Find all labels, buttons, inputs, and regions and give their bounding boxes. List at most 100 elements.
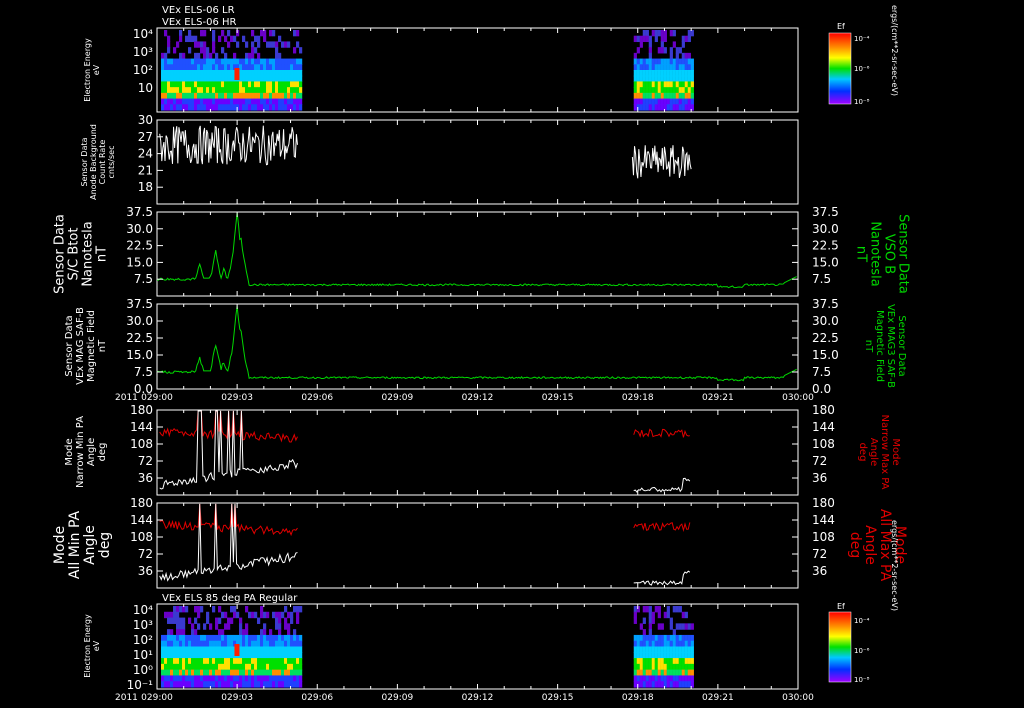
spectrogram-cell <box>164 92 168 100</box>
spectrogram-cell <box>287 623 291 630</box>
spectrogram-cell <box>251 81 255 88</box>
spectrogram-cell <box>690 634 694 642</box>
spectrogram-cell <box>233 35 237 43</box>
spectrogram-cell <box>164 634 168 642</box>
spectrogram-cell <box>666 81 670 88</box>
spectrogram-cell <box>654 634 658 642</box>
spectrogram-cell <box>212 634 216 642</box>
spectrogram-cell <box>221 663 225 671</box>
spectrogram-cell <box>299 75 303 83</box>
spectrogram-cell <box>197 58 201 65</box>
spectrogram-cell <box>654 663 658 671</box>
y-tick-label: 108 <box>130 437 153 451</box>
spectrogram-cell <box>648 35 652 43</box>
spectrogram-cell <box>263 623 267 630</box>
spectrogram-cell <box>266 104 270 111</box>
spectrogram-cell <box>182 634 186 642</box>
spectrogram-cell <box>275 52 279 60</box>
spectrogram-cell <box>206 75 210 83</box>
y-axis-label-line: cnts/sec <box>107 146 116 179</box>
spectrogram-cell <box>278 652 282 659</box>
spectrogram-cell <box>296 681 300 688</box>
spectrogram-cell <box>678 606 682 613</box>
spectrogram-cell <box>167 669 171 677</box>
spectrogram-cell <box>224 611 228 619</box>
time-tick-label: 029:21 <box>702 693 734 703</box>
spectrogram-cell <box>648 658 652 665</box>
spectrogram-cell <box>642 81 646 88</box>
spectrogram-cell <box>167 617 171 624</box>
y-tick-label: 30.0 <box>126 314 153 328</box>
spectrogram-cell <box>170 681 174 688</box>
spectrogram-cell <box>275 47 279 54</box>
spectrogram-cell <box>230 58 234 65</box>
colorbar-top: Ef 10⁻⁴ 10⁻⁶ 10⁻⁸ ergs/(cm**2-sr-sec-eV) <box>828 5 899 106</box>
spectrogram-cell <box>188 70 192 77</box>
spectrogram-cell <box>218 663 222 671</box>
spectrogram-cell <box>173 92 177 100</box>
time-tick-label: 029:12 <box>462 393 494 403</box>
spectrogram-cell <box>242 634 246 642</box>
spectrogram-cell <box>287 75 291 83</box>
spectrogram-cell <box>669 623 673 630</box>
spectrogram-cell <box>182 640 186 648</box>
spectrogram-cell <box>654 606 658 613</box>
spectrogram-cell <box>263 87 267 94</box>
spectrogram-cell <box>642 87 646 94</box>
spectrogram-cell <box>209 52 213 60</box>
spectrogram-cell <box>170 675 174 682</box>
time-axis-year: 2011 <box>115 693 138 703</box>
spectrogram-cell <box>657 634 661 642</box>
spectrogram-cell <box>669 617 673 624</box>
spectrogram-cell <box>657 606 661 613</box>
spectrogram-cell <box>191 646 195 653</box>
spectrogram-cell <box>191 675 195 682</box>
spectrogram-cell <box>281 87 285 94</box>
spectrogram-cell <box>669 652 673 659</box>
spectrogram-cell <box>200 646 204 653</box>
spectrogram-cell <box>287 640 291 648</box>
spectrogram-cell <box>633 681 637 688</box>
spectrogram-cell <box>167 663 171 671</box>
spectrogram-cell <box>272 646 276 653</box>
spectrogram-cell <box>278 623 282 630</box>
spectrogram-cell <box>239 646 243 653</box>
spectrogram-cell <box>666 104 670 111</box>
spectrogram-cell <box>290 640 294 648</box>
spectrogram-cell <box>200 70 204 77</box>
spectrogram-cell <box>666 87 670 94</box>
spectrogram-cell <box>212 92 216 100</box>
spectrogram-cell <box>266 640 270 648</box>
spectrogram-cell <box>239 623 243 630</box>
spectrogram-cell <box>164 58 168 65</box>
spectrogram-cell <box>242 675 246 682</box>
spectrogram-cell <box>161 70 165 77</box>
spectrogram-cell <box>218 652 222 659</box>
spectrogram-cell <box>645 30 649 37</box>
y-tick-label: 144 <box>130 420 153 434</box>
spectrogram-cell <box>675 81 679 88</box>
spectrogram-cell <box>290 675 294 682</box>
spectrogram-cell <box>251 41 255 48</box>
spectrogram-cell <box>224 652 228 659</box>
spectrogram-cell <box>230 606 234 613</box>
spectrogram-cell <box>179 675 183 682</box>
spectrogram-cell <box>212 41 216 48</box>
spectrogram-cell <box>176 675 180 682</box>
spectrogram-cell <box>194 640 198 648</box>
spectrogram-cell <box>272 64 276 71</box>
spectrogram-cell <box>678 75 682 83</box>
spectrogram-cell <box>224 681 228 688</box>
spectrogram-cell <box>669 52 673 60</box>
spectrogram-cell <box>197 81 201 88</box>
spectrogram-cell <box>636 646 640 653</box>
spectrogram-cell <box>663 675 667 682</box>
spectrogram-cell <box>230 640 234 648</box>
y-tick-label: 10³ <box>133 618 153 632</box>
spectrogram-cell <box>170 75 174 83</box>
panel-frames <box>156 27 799 690</box>
spectrogram-cell <box>179 87 183 94</box>
spectrogram-cell <box>221 669 225 677</box>
spectrogram-cell <box>224 87 228 94</box>
spectrogram-cell <box>260 658 264 665</box>
